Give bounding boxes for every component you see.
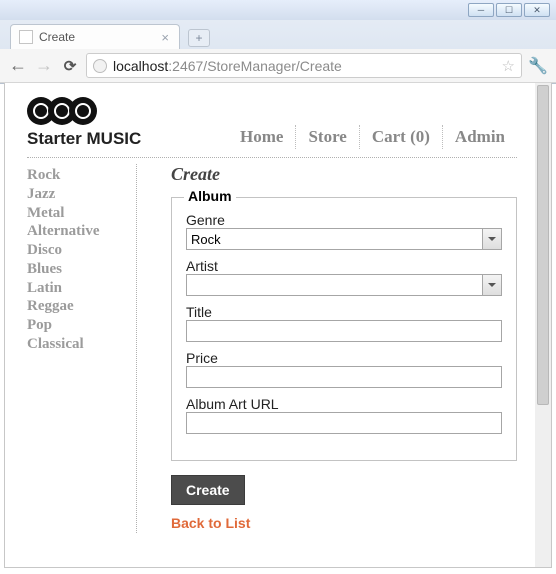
sidebar-item-classical[interactable]: Classical — [27, 335, 136, 354]
page-title: Create — [171, 164, 517, 185]
title-input[interactable] — [186, 320, 502, 342]
top-nav: Home Store Cart (0) Admin — [228, 125, 517, 149]
fieldset-legend: Album — [184, 188, 236, 204]
create-button[interactable]: Create — [171, 475, 245, 505]
title-label: Title — [186, 304, 502, 320]
page-icon — [19, 30, 33, 44]
genre-select[interactable]: Rock — [186, 228, 502, 250]
price-input[interactable] — [186, 366, 502, 388]
sidebar-item-blues[interactable]: Blues — [27, 260, 136, 279]
nav-admin[interactable]: Admin — [443, 125, 517, 149]
reload-icon[interactable]: ⟳ — [60, 57, 80, 75]
window-minimize-button[interactable]: ─ — [468, 3, 494, 17]
sidebar-item-reggae[interactable]: Reggae — [27, 297, 136, 316]
url-path: :2467/StoreManager/Create — [168, 58, 342, 74]
album-fieldset: Album Genre Rock Artist T — [171, 197, 517, 461]
brand-area: Starter MUSIC — [27, 97, 141, 149]
sidebar-item-jazz[interactable]: Jazz — [27, 185, 136, 204]
browser-toolbar: ← → ⟳ localhost:2467/StoreManager/Create… — [0, 49, 556, 83]
browser-tab[interactable]: Create × — [10, 24, 180, 49]
globe-icon — [93, 59, 107, 73]
artist-select[interactable] — [186, 274, 502, 296]
logo-records-icon — [27, 97, 141, 125]
new-tab-button[interactable]: + — [188, 29, 210, 47]
back-to-list-link[interactable]: Back to List — [171, 515, 250, 531]
art-url-input[interactable] — [186, 412, 502, 434]
genre-value: Rock — [191, 232, 221, 247]
window-close-button[interactable]: ✕ — [524, 3, 550, 17]
sidebar-item-rock[interactable]: Rock — [27, 166, 136, 185]
sidebar-item-latin[interactable]: Latin — [27, 279, 136, 298]
url-host: localhost — [113, 58, 168, 74]
sidebar-item-alternative[interactable]: Alternative — [27, 222, 136, 241]
page-content: Starter MUSIC Home Store Cart (0) Admin … — [5, 83, 535, 567]
nav-home[interactable]: Home — [228, 125, 296, 149]
price-label: Price — [186, 350, 502, 366]
header-divider — [27, 157, 517, 158]
tab-title: Create — [39, 30, 75, 44]
forward-arrow-icon[interactable]: → — [34, 55, 54, 76]
address-bar[interactable]: localhost:2467/StoreManager/Create ☆ — [86, 53, 522, 78]
tab-close-icon[interactable]: × — [161, 30, 169, 45]
main-area: Create Album Genre Rock Artist — [137, 164, 517, 533]
genre-sidebar: Rock Jazz Metal Alternative Disco Blues … — [27, 164, 137, 533]
sidebar-item-disco[interactable]: Disco — [27, 241, 136, 260]
browser-chrome: ─ ☐ ✕ Create × + ← → ⟳ localhost:2467/St… — [0, 0, 556, 84]
viewport: Starter MUSIC Home Store Cart (0) Admin … — [4, 83, 552, 568]
wrench-icon[interactable]: 🔧 — [528, 56, 548, 76]
art-url-label: Album Art URL — [186, 396, 502, 412]
back-arrow-icon[interactable]: ← — [8, 55, 28, 76]
browser-tab-strip: Create × + — [0, 20, 556, 49]
genre-label: Genre — [186, 212, 502, 228]
artist-label: Artist — [186, 258, 502, 274]
window-titlebar: ─ ☐ ✕ — [0, 0, 556, 20]
nav-cart[interactable]: Cart (0) — [360, 125, 443, 149]
bookmark-star-icon[interactable]: ☆ — [502, 57, 515, 75]
brand-name: Starter MUSIC — [27, 129, 141, 149]
sidebar-item-pop[interactable]: Pop — [27, 316, 136, 335]
scrollbar-thumb[interactable] — [537, 85, 549, 405]
window-maximize-button[interactable]: ☐ — [496, 3, 522, 17]
nav-store[interactable]: Store — [296, 125, 359, 149]
sidebar-item-metal[interactable]: Metal — [27, 204, 136, 223]
scrollbar[interactable] — [535, 83, 551, 567]
